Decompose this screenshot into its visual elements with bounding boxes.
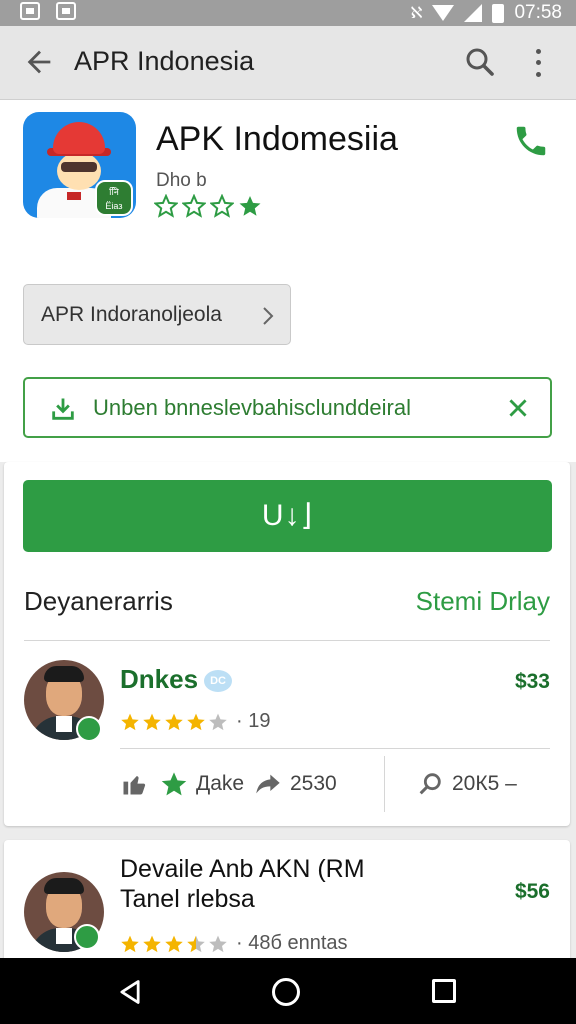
category-chip-label: APR Indoranoljeola	[41, 303, 222, 326]
divider	[120, 748, 550, 749]
star-half-icon	[187, 935, 205, 952]
favorite-button[interactable]: Дake	[160, 770, 244, 798]
review-price: $33	[514, 670, 550, 693]
image-icon	[56, 2, 76, 20]
nav-back-icon[interactable]	[116, 978, 144, 1006]
divider	[384, 756, 385, 812]
category-chip[interactable]: APR Indoranoljeola	[23, 284, 291, 345]
avatar-badge-icon	[74, 924, 100, 950]
review-rating-stars: · 48б enntas	[120, 932, 348, 955]
comment-button[interactable]: 20К5 –	[416, 770, 517, 798]
download-notice[interactable]: Unben bnneslevbahisclunddeiral	[23, 377, 552, 438]
comment-icon	[419, 773, 441, 795]
app-rating-stars	[154, 194, 262, 218]
star-icon	[161, 772, 187, 796]
share-button[interactable]: 2530	[254, 770, 337, 798]
more-vert-icon[interactable]	[526, 46, 550, 80]
phone-icon[interactable]	[512, 122, 550, 160]
star-filled-icon	[143, 935, 161, 952]
star-empty-icon	[209, 935, 227, 952]
back-arrow-icon[interactable]	[22, 45, 56, 79]
star-filled-icon	[121, 713, 139, 730]
app-icon[interactable]: निि Ёiaз	[23, 112, 136, 218]
gallery-icon	[20, 2, 40, 20]
comment-count: 20К5 –	[452, 772, 517, 795]
status-bar: ℵ 07:58	[0, 0, 576, 26]
review-count: · 19	[236, 710, 271, 732]
favorite-label: Дake	[196, 772, 245, 795]
like-button[interactable]	[120, 770, 148, 798]
bluetooth-icon: ℵ	[410, 5, 423, 22]
review-price: $56	[514, 880, 550, 903]
avatar-badge-icon	[76, 716, 102, 742]
app-bar: APR Indonesia	[0, 26, 576, 100]
install-button[interactable]: U↓⌋	[23, 480, 552, 552]
star-filled-icon	[239, 196, 261, 216]
section-link[interactable]: Stemi Drlay	[416, 586, 550, 617]
app-icon-badge: निि Ёiaз	[95, 180, 133, 216]
star-filled-icon	[165, 713, 183, 730]
star-empty-icon	[209, 713, 227, 730]
share-icon	[256, 774, 280, 794]
star-filled-icon	[143, 713, 161, 730]
signal-icon	[464, 4, 483, 22]
star-outline-icon	[154, 194, 178, 218]
nav-home-icon[interactable]	[272, 978, 300, 1006]
star-outline-icon	[210, 194, 234, 218]
app-developer: Dho b	[156, 170, 207, 191]
status-time: 07:58	[514, 2, 562, 23]
star-outline-icon	[182, 194, 206, 218]
battery-icon	[492, 3, 505, 23]
thumbs-up-icon	[123, 776, 146, 795]
star-filled-icon	[165, 935, 183, 952]
star-filled-icon	[187, 713, 205, 730]
wifi-icon	[432, 5, 455, 21]
install-reviews-card: U↓⌋ Deyanerarris Stemi Drlay Dnkes DC $33…	[4, 462, 570, 826]
download-notice-text: Unben bnneslevbahisclunddeiral	[93, 395, 412, 420]
verified-icon: DC	[204, 670, 233, 693]
review-count: · 48б enntas	[236, 932, 348, 954]
share-count: 2530	[290, 772, 337, 795]
download-icon	[52, 398, 74, 420]
review-title[interactable]: Devaile Anb AKN (RM Tanel rlebsa	[120, 854, 365, 914]
reviewer-name[interactable]: Dnkes DC	[120, 664, 233, 695]
navigation-bar	[0, 958, 576, 1024]
chevron-right-icon	[263, 307, 274, 325]
search-icon[interactable]	[462, 44, 498, 80]
app-header-card: निि Ёiaз APK Indomesiia Dho b APR Indora…	[0, 100, 576, 462]
review-card: Devaile Anb AKN (RM Tanel rlebsa $56 · 4…	[4, 840, 570, 970]
divider	[24, 640, 550, 641]
star-filled-icon	[121, 935, 139, 952]
section-title: Deyanerarris	[24, 586, 173, 616]
close-icon[interactable]	[505, 395, 531, 421]
page-title: APR Indonesia	[74, 46, 255, 76]
review-rating-stars: · 19	[120, 710, 270, 733]
nav-recents-icon[interactable]	[432, 979, 456, 1003]
app-name: APK Indomesiia	[156, 120, 398, 158]
